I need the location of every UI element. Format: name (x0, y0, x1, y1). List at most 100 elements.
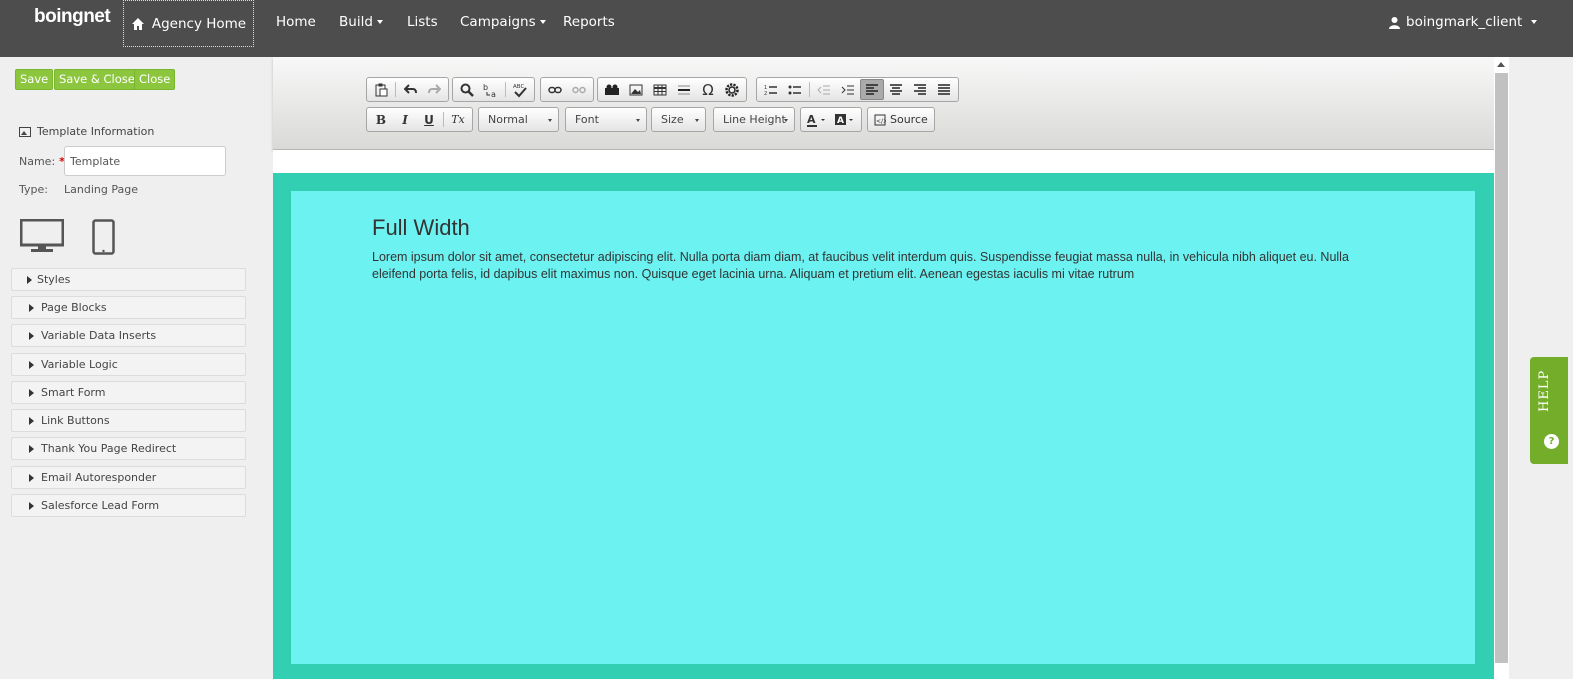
accordion-page-blocks[interactable]: Page Blocks (11, 296, 246, 319)
scroll-up-icon[interactable] (1497, 62, 1505, 67)
redo-icon[interactable] (422, 79, 446, 100)
italic-button[interactable]: I (393, 109, 417, 130)
chevron-down-icon (1531, 20, 1538, 24)
svg-text:</>: </> (876, 118, 886, 125)
toolbar-group-clipboard (366, 77, 449, 102)
editor-toolbar: ba ABC Ω 12 B I U Tx Normal Font Size Li… (273, 57, 1494, 150)
accordion-label: Styles (37, 273, 71, 286)
type-label: Type: (19, 183, 48, 196)
svg-text:a: a (491, 90, 496, 98)
agency-home-link[interactable]: Agency Home (123, 0, 254, 47)
align-left-icon[interactable] (860, 79, 884, 100)
indent-icon[interactable] (836, 79, 860, 100)
numbered-list-icon[interactable]: 12 (759, 79, 783, 100)
save-button[interactable]: Save (15, 69, 54, 90)
block-paragraph[interactable]: Lorem ipsum dolor sit amet, consectetur … (372, 249, 1392, 283)
accordion-smart-form[interactable]: Smart Form (11, 381, 246, 404)
gear-icon[interactable] (720, 79, 744, 100)
nav-lists[interactable]: Lists (407, 14, 438, 30)
accordion-salesforce-lead-form[interactable]: Salesforce Lead Form (11, 494, 246, 517)
user-name: boingmark_client (1406, 14, 1523, 30)
remove-format-button[interactable]: Tx (446, 109, 470, 130)
line-height-dropdown-value: Line Height (723, 113, 786, 126)
spellcheck-icon[interactable]: ABC (508, 79, 532, 100)
nav-campaigns[interactable]: Campaigns (460, 14, 546, 30)
save-close-button[interactable]: Save & Close (54, 69, 140, 90)
chevron-down-icon (548, 119, 552, 122)
accordion-link-buttons[interactable]: Link Buttons (11, 409, 246, 432)
editor-canvas[interactable]: Full Width Lorem ipsum dolor sit amet, c… (273, 173, 1494, 679)
caret-right-icon (29, 444, 34, 453)
boingnet-logo[interactable]: boingnet (34, 6, 111, 28)
scrollbar-thumb[interactable] (1495, 73, 1508, 663)
chevron-down-icon (695, 119, 699, 122)
accordion-email-autoresponder[interactable]: Email Autoresponder (11, 466, 246, 489)
toolbar-group-basic-styles: B I U Tx (366, 107, 473, 132)
user-menu[interactable]: boingmark_client (1388, 14, 1538, 30)
help-tab[interactable]: HELP ? (1530, 357, 1568, 464)
size-dropdown-value: Size (661, 113, 684, 126)
template-info-label: Template Information (37, 125, 155, 138)
source-button[interactable]: </> Source (867, 107, 935, 132)
accordion-variable-logic[interactable]: Variable Logic (11, 353, 246, 376)
close-button[interactable]: Close (134, 69, 176, 90)
find-icon[interactable] (455, 79, 479, 100)
format-dropdown-value: Normal (488, 113, 528, 126)
outdent-icon[interactable] (812, 79, 836, 100)
align-center-icon[interactable] (884, 79, 908, 100)
caret-right-icon (29, 331, 34, 340)
font-dropdown[interactable]: Font (565, 107, 647, 132)
left-sidebar: Save Save & Close Close Template Informa… (0, 57, 273, 679)
toolbar-separator (443, 112, 444, 127)
svg-text:A: A (837, 116, 844, 126)
underline-button[interactable]: U (417, 109, 441, 130)
caret-right-icon (29, 303, 34, 312)
caret-right-icon (29, 501, 34, 510)
table-icon[interactable] (648, 79, 672, 100)
video-icon[interactable] (600, 79, 624, 100)
unlink-icon[interactable] (567, 79, 591, 100)
template-name-input[interactable] (64, 146, 226, 176)
caret-right-icon (29, 360, 34, 369)
nav-build-label: Build (339, 14, 373, 30)
accordion-label: Salesforce Lead Form (41, 499, 160, 512)
text-color-button[interactable]: A (803, 109, 831, 130)
accordion-styles[interactable]: Styles (11, 268, 246, 291)
format-dropdown[interactable]: Normal (478, 107, 559, 132)
name-label-text: Name: (19, 155, 56, 168)
caret-right-icon (29, 473, 34, 482)
special-char-icon[interactable]: Ω (696, 79, 720, 100)
desktop-view-icon[interactable] (20, 219, 64, 253)
toolbar-group-insert: Ω (597, 77, 747, 102)
line-height-dropdown[interactable]: Line Height (713, 107, 795, 132)
image-icon (19, 126, 31, 137)
mobile-view-icon[interactable] (92, 219, 115, 255)
svg-text:A: A (807, 113, 816, 126)
editor-spacer (273, 150, 1494, 173)
accordion-label: Smart Form (41, 386, 106, 399)
block-heading[interactable]: Full Width (372, 215, 470, 241)
accordion-thank-you-redirect[interactable]: Thank You Page Redirect (11, 437, 246, 460)
background-color-button[interactable]: A (831, 109, 859, 130)
replace-icon[interactable]: ba (479, 79, 503, 100)
toolbar-group-links (540, 77, 594, 102)
accordion-label: Variable Data Inserts (41, 329, 157, 342)
nav-reports[interactable]: Reports (563, 14, 615, 30)
nav-build[interactable]: Build (339, 14, 383, 30)
undo-icon[interactable] (398, 79, 422, 100)
horizontal-rule-icon[interactable] (672, 79, 696, 100)
link-icon[interactable] (543, 79, 567, 100)
chevron-down-icon (376, 20, 383, 24)
image-icon[interactable] (624, 79, 648, 100)
size-dropdown[interactable]: Size (651, 107, 706, 132)
accordion-variable-data-inserts[interactable]: Variable Data Inserts (11, 324, 246, 347)
paste-icon[interactable] (369, 79, 393, 100)
bold-button[interactable]: B (369, 109, 393, 130)
nav-home[interactable]: Home (276, 14, 316, 30)
align-right-icon[interactable] (908, 79, 932, 100)
source-icon: </> (874, 114, 886, 125)
home-icon (131, 17, 144, 30)
align-justify-icon[interactable] (932, 79, 956, 100)
bulleted-list-icon[interactable] (783, 79, 807, 100)
full-width-block[interactable]: Full Width Lorem ipsum dolor sit amet, c… (291, 191, 1475, 664)
